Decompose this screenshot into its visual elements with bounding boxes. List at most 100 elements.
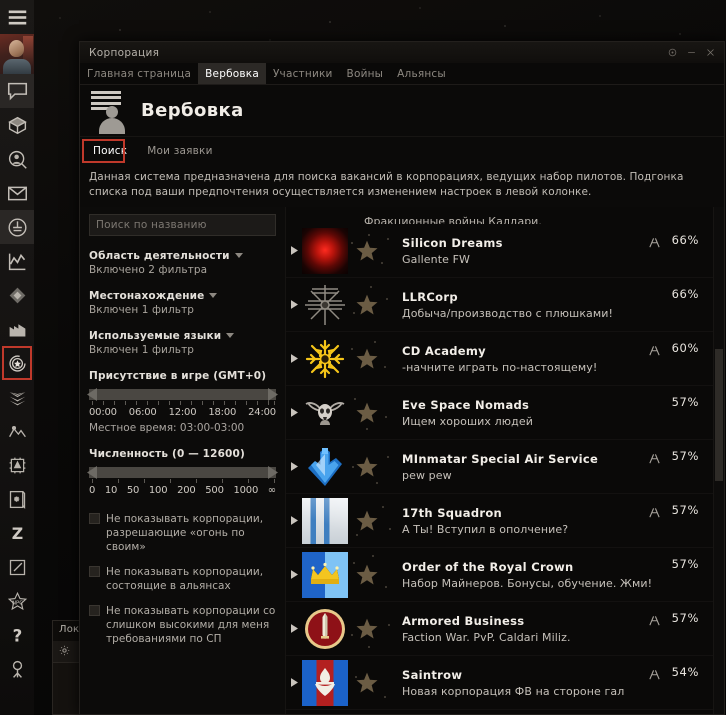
presence-slider-handle-min[interactable]: [87, 388, 97, 401]
chevron-down-icon[interactable]: [209, 292, 218, 300]
filter-presence-title: Присутствие в игре (GMT+0): [89, 370, 267, 382]
map-icon[interactable]: [0, 278, 34, 312]
size-slider-handle-max[interactable]: [268, 466, 278, 479]
size-slider-handle-min[interactable]: [87, 466, 97, 479]
expand-arrow-icon[interactable]: [286, 354, 302, 363]
expand-arrow-icon[interactable]: [286, 408, 302, 417]
journal-icon[interactable]: [0, 482, 34, 516]
clone-icon[interactable]: [0, 652, 34, 686]
fleet-icon[interactable]: [0, 380, 34, 414]
notepad-icon[interactable]: [0, 550, 34, 584]
corp-name: Saintrow: [402, 667, 463, 682]
checkbox-row-sp-requirements[interactable]: Не показывать корпорации со слишком высо…: [80, 604, 285, 646]
scrollbar-thumb[interactable]: [715, 348, 723, 481]
expand-arrow-icon[interactable]: [286, 516, 302, 525]
checkbox-friendly-fire[interactable]: [89, 513, 100, 524]
cargo-icon[interactable]: [0, 108, 34, 142]
checkbox-friendly-fire-label: Не показывать корпорации, разрешающие «о…: [106, 513, 264, 553]
corporation-list: Фракционные войны Калдари. Silicon Dream…: [286, 207, 713, 714]
chevron-down-icon[interactable]: [234, 252, 243, 260]
checkbox-sp-requirements[interactable]: [89, 605, 100, 616]
gear-icon[interactable]: [58, 642, 71, 661]
corp-meta: 57%: [648, 503, 713, 518]
table-row[interactable]: Saintrow Новая корпорация ФВ на стороне …: [286, 656, 713, 710]
help-icon[interactable]: ?: [0, 618, 34, 652]
star-icon: [355, 293, 379, 317]
filter-group-location-header[interactable]: Местонахождение: [89, 290, 276, 302]
table-row[interactable]: Armored Business Faction War. PvP. Calda…: [286, 602, 713, 656]
agency-icon[interactable]: [0, 414, 34, 448]
journal-icon-glyph: [7, 489, 28, 510]
checkbox-row-in-alliance[interactable]: Не показывать корпорации, состоящие в ал…: [80, 565, 285, 593]
character-search-icon[interactable]: [0, 142, 34, 176]
subtab-search[interactable]: Поиск: [84, 142, 136, 160]
window-titlebar[interactable]: Корпорация: [80, 42, 724, 63]
filter-group-activity[interactable]: Область деятельности Включено 2 фильтра: [80, 250, 285, 276]
match-percent: 54%: [671, 665, 699, 679]
market-chart-icon[interactable]: [0, 244, 34, 278]
search-input[interactable]: Поиск по названию: [89, 214, 276, 236]
avatar[interactable]: [0, 34, 34, 74]
corp-description: Gallente FW: [402, 252, 470, 266]
filter-group-location[interactable]: Местонахождение Включен 1 фильтр: [80, 290, 285, 316]
filter-group-activity-header[interactable]: Область деятельности: [89, 250, 276, 262]
chevron-down-icon[interactable]: [226, 332, 235, 340]
table-row[interactable]: MInmatar Special Air Service pew pew 57%: [286, 440, 713, 494]
menu-icon[interactable]: [0, 0, 34, 34]
clipped-row-description: Фракционные войны Калдари.: [364, 215, 542, 224]
table-row[interactable]: CD Academy -начните играть по-настоящему…: [286, 332, 713, 386]
tab-recruitment[interactable]: Вербовка: [198, 63, 266, 84]
table-row[interactable]: 17th Squadron А Ты! Вступил в ополчение?…: [286, 494, 713, 548]
expand-arrow-icon[interactable]: [286, 570, 302, 579]
corp-description: А Ты! Вступил в ополчение?: [402, 522, 569, 536]
table-row[interactable]: Order of the Royal Crown Набор Майнеров.…: [286, 548, 713, 602]
filter-group-languages-header[interactable]: Используемые языки: [89, 330, 276, 342]
corp-meta: 66%: [670, 287, 713, 301]
corp-logo: [302, 497, 348, 544]
expand-arrow-icon[interactable]: [286, 300, 302, 309]
notepad-icon-glyph: [7, 557, 28, 578]
fleet-icon-glyph: [7, 387, 28, 408]
presence-slider-track[interactable]: [87, 388, 278, 401]
size-slider-track[interactable]: [87, 466, 278, 479]
expand-arrow-icon[interactable]: [286, 462, 302, 471]
checkbox-in-alliance-label: Не показывать корпорации, состоящие в ал…: [106, 566, 264, 592]
settings-icon[interactable]: [663, 44, 682, 62]
neocom-sidebar: Z NPC ?: [0, 0, 34, 715]
tab-wars[interactable]: Войны: [340, 63, 391, 84]
zkill-icon[interactable]: Z: [0, 516, 34, 550]
table-row[interactable]: LLRCorp Добыча/производство с плюшками! …: [286, 278, 713, 332]
industry-icon[interactable]: [0, 312, 34, 346]
expand-arrow-icon[interactable]: [286, 678, 302, 687]
tab-members[interactable]: Участники: [266, 63, 340, 84]
letter-z-icon: Z: [7, 523, 28, 544]
vertical-scrollbar[interactable]: [713, 207, 724, 714]
checkbox-row-friendly-fire[interactable]: Не показывать корпорации, разрешающие «о…: [80, 512, 285, 554]
mail-icon[interactable]: [0, 176, 34, 210]
tab-alliances[interactable]: Альянсы: [390, 63, 453, 84]
presence-slider-handle-max[interactable]: [268, 388, 278, 401]
alliance-icon: [648, 665, 661, 680]
subtab-my-applications[interactable]: Мои заявки: [138, 142, 221, 160]
alliance-icon: [648, 449, 661, 464]
expand-arrow-icon[interactable]: [286, 246, 302, 255]
corporation-window: Корпорация Главная страница Вербовка Уча…: [79, 41, 725, 715]
table-row[interactable]: Silicon Dreams Gallente FW 66%: [286, 224, 713, 278]
size-slider[interactable]: 0 10 50 100 200 500 1000 ∞: [87, 466, 278, 496]
presence-slider[interactable]: 00:00 06:00 12:00 18:00 24:00 Местное вр…: [87, 388, 278, 434]
checkbox-in-alliance[interactable]: [89, 566, 100, 577]
npc-standings-icon[interactable]: NPC: [0, 584, 34, 618]
close-icon[interactable]: [701, 44, 720, 62]
corp-logo: [302, 282, 348, 328]
list-item-clipped[interactable]: Фракционные войны Калдари.: [286, 207, 713, 224]
tab-main-page[interactable]: Главная страница: [80, 63, 198, 84]
minimize-icon[interactable]: [682, 44, 701, 62]
agency-icon-glyph: [7, 421, 28, 442]
station-icon[interactable]: [0, 210, 34, 244]
table-row[interactable]: Eve Space Nomads Ищем хороших людей 57%: [286, 386, 713, 440]
chat-icon[interactable]: [0, 74, 34, 108]
fitting-icon[interactable]: [0, 448, 34, 482]
expand-arrow-icon[interactable]: [286, 624, 302, 633]
filter-group-languages[interactable]: Используемые языки Включен 1 фильтр: [80, 330, 285, 356]
sidebar-item-corporation[interactable]: [0, 346, 34, 380]
